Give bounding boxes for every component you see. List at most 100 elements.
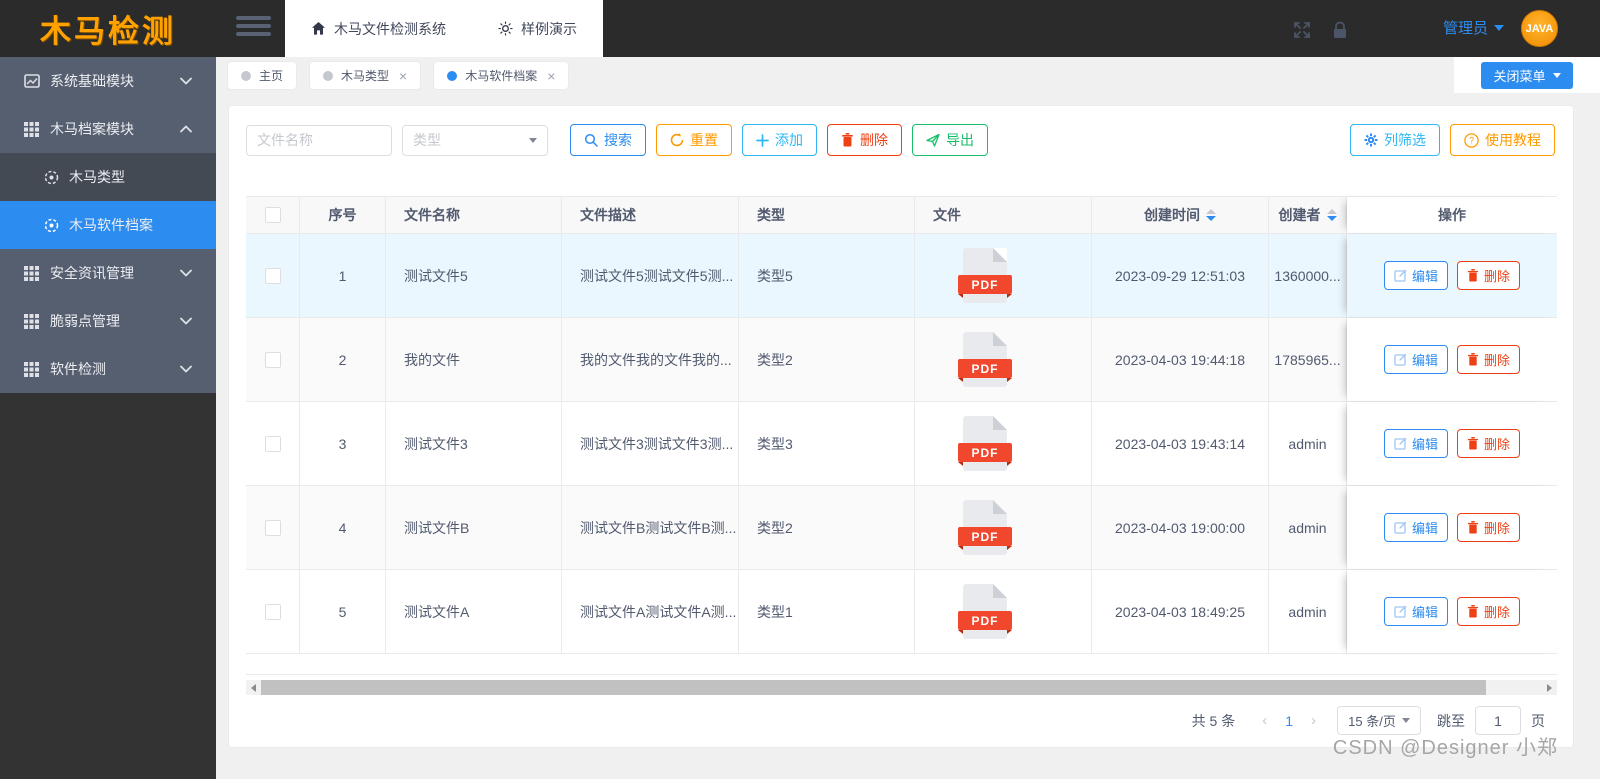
delete-row-button[interactable]: 删除	[1457, 429, 1521, 458]
scrollbar-thumb[interactable]	[261, 680, 1486, 695]
close-menu-button[interactable]: 关闭菜单	[1481, 61, 1573, 89]
table-row: 3 测试文件3 测试文件3测试文件3测... 类型3 PDF 2023-04-0…	[246, 402, 1557, 486]
select-all-checkbox[interactable]	[264, 207, 281, 223]
lock-icon[interactable]	[1330, 20, 1350, 40]
fullscreen-icon[interactable]	[1292, 20, 1312, 40]
row-checkbox[interactable]	[264, 519, 281, 536]
export-button[interactable]: 导出	[912, 124, 988, 156]
edit-button[interactable]: 编辑	[1383, 513, 1448, 542]
sort-created-control[interactable]	[1206, 209, 1216, 221]
column-filter-button[interactable]: 列筛选	[1350, 124, 1440, 156]
trash-icon	[1467, 605, 1479, 618]
question-circle-icon: ?	[1464, 132, 1479, 148]
chart-image-icon	[24, 73, 40, 89]
col-header-type: 类型	[739, 197, 915, 233]
tab-trojan-type[interactable]: 木马类型 ×	[310, 62, 421, 89]
sidebar-item-trojan-type[interactable]: 木马类型	[0, 153, 216, 201]
edit-icon	[1394, 521, 1407, 534]
cell-actions: 编辑 删除	[1347, 570, 1557, 653]
edit-button[interactable]: 编辑	[1383, 261, 1448, 290]
sidebar-item-label: 系统基础模块	[50, 73, 134, 89]
bulb-icon	[498, 21, 513, 36]
scroll-left-arrow-icon[interactable]	[246, 680, 261, 695]
type-select[interactable]: 类型	[402, 124, 548, 156]
tab-trojan-software-archive[interactable]: 木马软件档案 ×	[434, 62, 569, 89]
col-header-index: 序号	[300, 197, 386, 233]
delete-row-button[interactable]: 删除	[1457, 261, 1521, 290]
table-row: 2 我的文件 我的文件我的文件我的... 类型2 PDF 2023-04-03 …	[246, 318, 1557, 402]
sidebar-item-label: 木马档案模块	[50, 121, 134, 137]
row-checkbox[interactable]	[264, 603, 281, 620]
data-table: 序号 文件名称 文件描述 类型 文件 创建时间 创建者 操作 1 测试文件5 测…	[246, 196, 1557, 675]
sidebar-item-label: 木马软件档案	[69, 217, 153, 233]
watermark: CSDN @Designer 小郑	[1332, 737, 1558, 759]
close-icon[interactable]: ×	[547, 69, 555, 83]
delete-row-button[interactable]: 删除	[1457, 513, 1521, 542]
topbar-item-demo[interactable]: 样例演示	[472, 0, 603, 57]
topbar: 木马文件检测系统 样例演示 管理员 JAVA	[216, 0, 1600, 57]
cell-creator: admin	[1269, 570, 1347, 653]
delete-button[interactable]: 删除	[827, 124, 902, 156]
pdf-file-icon[interactable]: PDF	[958, 248, 1012, 303]
cell-created: 2023-04-03 18:49:25	[1092, 570, 1269, 653]
col-header-file: 文件	[915, 197, 1092, 233]
grid-icon	[24, 361, 40, 377]
cell-file-name: 测试文件A	[386, 570, 562, 653]
app-title: 木马文件检测系统	[334, 20, 446, 37]
tutorial-button[interactable]: ? 使用教程	[1450, 124, 1555, 156]
tab-home[interactable]: 主页	[228, 62, 297, 89]
next-page-button[interactable]: ›	[1302, 712, 1325, 729]
cell-index: 1	[300, 234, 386, 317]
user-role-dropdown[interactable]: 管理员	[1443, 17, 1504, 38]
sidebar-item-system-base[interactable]: 系统基础模块	[0, 57, 216, 105]
table-empty-strip	[246, 654, 1557, 675]
edit-button[interactable]: 编辑	[1383, 429, 1448, 458]
pdf-file-icon[interactable]: PDF	[958, 332, 1012, 387]
cell-type: 类型3	[739, 402, 915, 485]
topbar-item-app-title[interactable]: 木马文件检测系统	[285, 0, 472, 57]
row-checkbox[interactable]	[264, 267, 281, 284]
file-name-input[interactable]	[246, 124, 392, 156]
sidebar-item-vulnerability[interactable]: 脆弱点管理	[0, 297, 216, 345]
col-header-created: 创建时间	[1092, 197, 1269, 233]
pdf-file-icon[interactable]: PDF	[958, 584, 1012, 639]
row-checkbox[interactable]	[264, 435, 281, 452]
col-header-name: 文件名称	[386, 197, 562, 233]
add-button[interactable]: 添加	[742, 124, 817, 156]
sort-creator-control[interactable]	[1326, 209, 1337, 221]
sidebar-menu: 系统基础模块 木马档案模块 木马类型 木马软件档案 安全资讯管理 脆弱点管理 软…	[0, 57, 216, 393]
cell-file-name: 测试文件5	[386, 234, 562, 317]
avatar[interactable]: JAVA	[1521, 10, 1558, 47]
home-icon	[311, 21, 326, 36]
edit-button[interactable]: 编辑	[1383, 345, 1448, 374]
prev-page-button[interactable]: ‹	[1253, 712, 1276, 729]
table-row: 1 测试文件5 测试文件5测试文件5测... 类型5 PDF 2023-09-2…	[246, 234, 1557, 318]
sidebar-item-software-detect[interactable]: 软件检测	[0, 345, 216, 393]
tab-label: 木马软件档案	[465, 69, 538, 83]
cell-created: 2023-09-29 12:51:03	[1092, 234, 1269, 317]
search-button[interactable]: 搜索	[570, 124, 646, 156]
edit-icon	[1394, 353, 1407, 366]
row-checkbox[interactable]	[264, 351, 281, 368]
horizontal-scrollbar[interactable]	[246, 680, 1557, 695]
tab-dot-icon	[241, 70, 251, 81]
scroll-right-arrow-icon[interactable]	[1542, 680, 1557, 695]
delete-row-button[interactable]: 删除	[1457, 345, 1521, 374]
pdf-file-icon[interactable]: PDF	[958, 416, 1012, 471]
delete-row-button[interactable]: 删除	[1457, 597, 1521, 626]
cell-actions: 编辑 删除	[1347, 486, 1557, 569]
trash-icon	[1467, 437, 1479, 450]
pdf-file-icon[interactable]: PDF	[958, 500, 1012, 555]
current-page-button[interactable]: 1	[1276, 713, 1302, 729]
sidebar-item-trojan-software-archive[interactable]: 木马软件档案	[0, 201, 216, 249]
chevron-down-icon	[529, 137, 537, 143]
sidebar-item-security-news[interactable]: 安全资讯管理	[0, 249, 216, 297]
hamburger-menu-icon[interactable]	[236, 16, 271, 41]
reset-button[interactable]: 重置	[656, 124, 732, 156]
trash-icon	[1467, 521, 1479, 534]
cell-type: 类型5	[739, 234, 915, 317]
close-icon[interactable]: ×	[399, 69, 407, 83]
edit-button[interactable]: 编辑	[1383, 597, 1448, 626]
sidebar-item-trojan-archive-module[interactable]: 木马档案模块	[0, 105, 216, 153]
chevron-down-icon	[180, 269, 192, 277]
